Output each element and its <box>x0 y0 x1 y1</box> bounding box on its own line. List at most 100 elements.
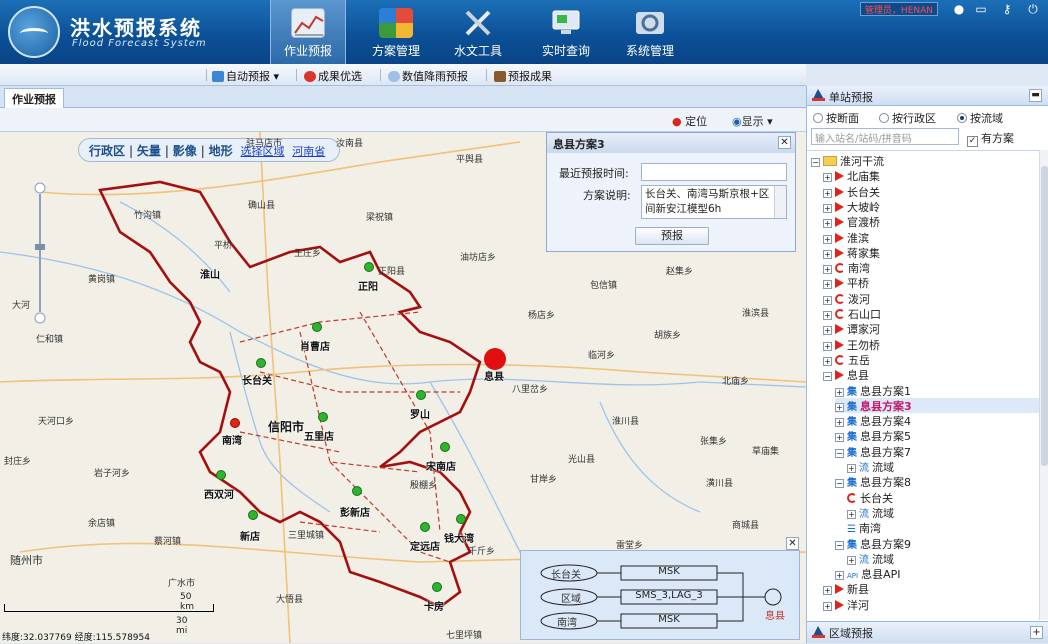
collapse-icon[interactable]: − <box>823 372 832 382</box>
auto-forecast-button[interactable]: 自动预报 ▾ <box>212 68 279 84</box>
tree-node[interactable]: + 大坡岭 <box>823 199 1039 214</box>
expand-icon[interactable]: + <box>835 387 844 397</box>
radio-basin[interactable]: 按流域 <box>957 110 1003 126</box>
message-icon[interactable]: ▭ <box>974 2 988 16</box>
tree-node[interactable]: + 流流域 <box>847 505 1039 520</box>
tree-node[interactable]: + 五岳 <box>823 352 1039 367</box>
layer-image[interactable]: 影像 <box>173 144 197 158</box>
site-marker[interactable] <box>352 486 362 496</box>
site-marker[interactable] <box>318 412 328 422</box>
nav-query[interactable]: 实时查询 <box>528 0 604 64</box>
tree-node[interactable]: + 集息县方案5 <box>835 428 1039 443</box>
site-marker[interactable] <box>420 522 430 532</box>
result-select-button[interactable]: 成果优选 <box>304 68 362 84</box>
tree-node[interactable]: + 北庙集 <box>823 168 1039 183</box>
tree-node[interactable]: + 石山口 <box>823 306 1039 321</box>
selected-site-marker[interactable] <box>484 348 506 370</box>
expand-icon[interactable]: + <box>835 402 844 412</box>
expand-icon[interactable]: + <box>823 219 832 229</box>
layer-admin[interactable]: 行政区 <box>89 144 125 158</box>
tree-node[interactable]: − 集息县方案7 <box>835 444 1039 459</box>
radio-section[interactable]: 按断面 <box>813 110 859 126</box>
tab-forecast[interactable]: 作业预报 <box>4 88 64 108</box>
expand-icon[interactable]: + <box>835 433 844 443</box>
region-forecast-header[interactable]: 区域预报 + <box>807 621 1048 643</box>
tree-node[interactable]: + 南湾 <box>823 260 1039 275</box>
forecast-time-input[interactable] <box>641 163 787 181</box>
expand-icon[interactable]: + <box>823 249 832 259</box>
collapse-icon[interactable]: − <box>835 448 844 458</box>
tree-node[interactable]: + 泼河 <box>823 291 1039 306</box>
tree-node[interactable]: + 王勿桥 <box>823 337 1039 352</box>
has-plan-checkbox[interactable]: ✓ 有方案 <box>967 130 1014 147</box>
collapse-icon[interactable]: ▬ <box>1029 89 1042 102</box>
numeric-rain-button[interactable]: 数值降雨预报 <box>388 68 468 84</box>
expand-icon[interactable]: + <box>847 509 856 519</box>
expand-icon[interactable]: + <box>823 280 832 290</box>
display-button[interactable]: ◉显示 ▾ <box>732 113 773 129</box>
expand-icon[interactable]: + <box>823 311 832 320</box>
radio-admin[interactable]: 按行政区 <box>879 110 936 126</box>
expand-icon[interactable]: + <box>835 571 844 581</box>
expand-icon[interactable]: + <box>823 295 832 305</box>
tree-node[interactable]: + 平桥 <box>823 275 1039 290</box>
expand-icon[interactable]: + <box>823 203 832 213</box>
tree-node[interactable]: + 官渡桥 <box>823 214 1039 229</box>
province-link[interactable]: 河南省 <box>292 145 325 158</box>
tree-node[interactable]: + 集息县方案3 <box>835 397 1039 413</box>
scrollbar[interactable] <box>774 186 786 218</box>
expand-icon[interactable]: + <box>823 586 832 596</box>
expand-icon[interactable]: + <box>823 601 832 611</box>
collapse-icon[interactable]: − <box>835 479 844 489</box>
nav-tools[interactable]: 水文工具 <box>440 0 516 64</box>
layer-terrain[interactable]: 地形 <box>209 144 233 158</box>
tree-node[interactable]: + 集息县方案4 <box>835 413 1039 428</box>
locate-button[interactable]: ● 定位 <box>672 113 707 129</box>
nav-plan[interactable]: 方案管理 <box>358 0 434 64</box>
close-icon[interactable]: ✕ <box>786 537 799 550</box>
scrollbar-thumb[interactable] <box>1041 166 1048 466</box>
tree-node[interactable]: 长台关 <box>847 490 1039 505</box>
expand-icon[interactable]: + <box>847 555 856 565</box>
tree-node[interactable]: + 新县 <box>823 581 1039 596</box>
tree-node[interactable]: − 淮河干流 <box>811 153 1039 168</box>
tree-node[interactable]: − 集息县方案8 <box>835 474 1039 489</box>
site-marker[interactable] <box>432 582 442 592</box>
expand-icon[interactable]: + <box>823 265 832 275</box>
collapse-icon[interactable]: − <box>835 540 844 550</box>
expand-icon[interactable]: + <box>823 234 832 244</box>
expand-icon[interactable]: + <box>823 326 832 336</box>
expand-icon[interactable]: + <box>847 464 856 473</box>
site-marker[interactable] <box>440 442 450 452</box>
zoom-control[interactable] <box>30 182 50 330</box>
site-marker[interactable] <box>230 418 240 428</box>
tree-node[interactable]: + 流流域 <box>847 551 1039 566</box>
scrollbar[interactable] <box>1039 150 1048 620</box>
expand-icon[interactable]: + <box>823 356 832 366</box>
site-marker[interactable] <box>364 262 374 272</box>
expand-icon[interactable]: + <box>823 341 832 351</box>
tree-node[interactable]: + 集息县方案1 <box>835 383 1039 398</box>
power-icon[interactable]: ⏻ <box>1026 2 1040 16</box>
user-icon[interactable]: ● <box>952 2 966 16</box>
tree-node[interactable]: ☰ 南湾 <box>847 520 1039 535</box>
close-icon[interactable]: ✕ <box>778 136 791 149</box>
tree-node[interactable]: − 集息县方案9 <box>835 536 1039 551</box>
tree-node[interactable]: − 息县 <box>823 367 1039 382</box>
tree-node[interactable]: + 流流域 <box>847 459 1039 474</box>
key-icon[interactable]: ⚷ <box>1000 2 1014 16</box>
site-marker[interactable] <box>248 510 258 520</box>
tree-node[interactable]: + 谭家河 <box>823 321 1039 336</box>
expand-icon[interactable]: + <box>835 418 844 428</box>
nav-system[interactable]: 系统管理 <box>612 0 688 64</box>
expand-icon[interactable]: + <box>823 173 832 183</box>
nav-forecast[interactable]: 作业预报 <box>270 0 346 64</box>
station-search-input[interactable]: 输入站名/站码/拼音码 <box>811 128 959 145</box>
expand-icon[interactable]: + <box>1030 626 1043 639</box>
expand-icon[interactable]: + <box>823 188 832 198</box>
tree-node[interactable]: + 淮滨 <box>823 230 1039 245</box>
tree-node[interactable]: + 洋河 <box>823 597 1039 612</box>
tree-node[interactable]: + 蒋家集 <box>823 245 1039 260</box>
site-marker[interactable] <box>456 514 466 524</box>
forecast-results-button[interactable]: 预报成果 <box>494 68 552 84</box>
